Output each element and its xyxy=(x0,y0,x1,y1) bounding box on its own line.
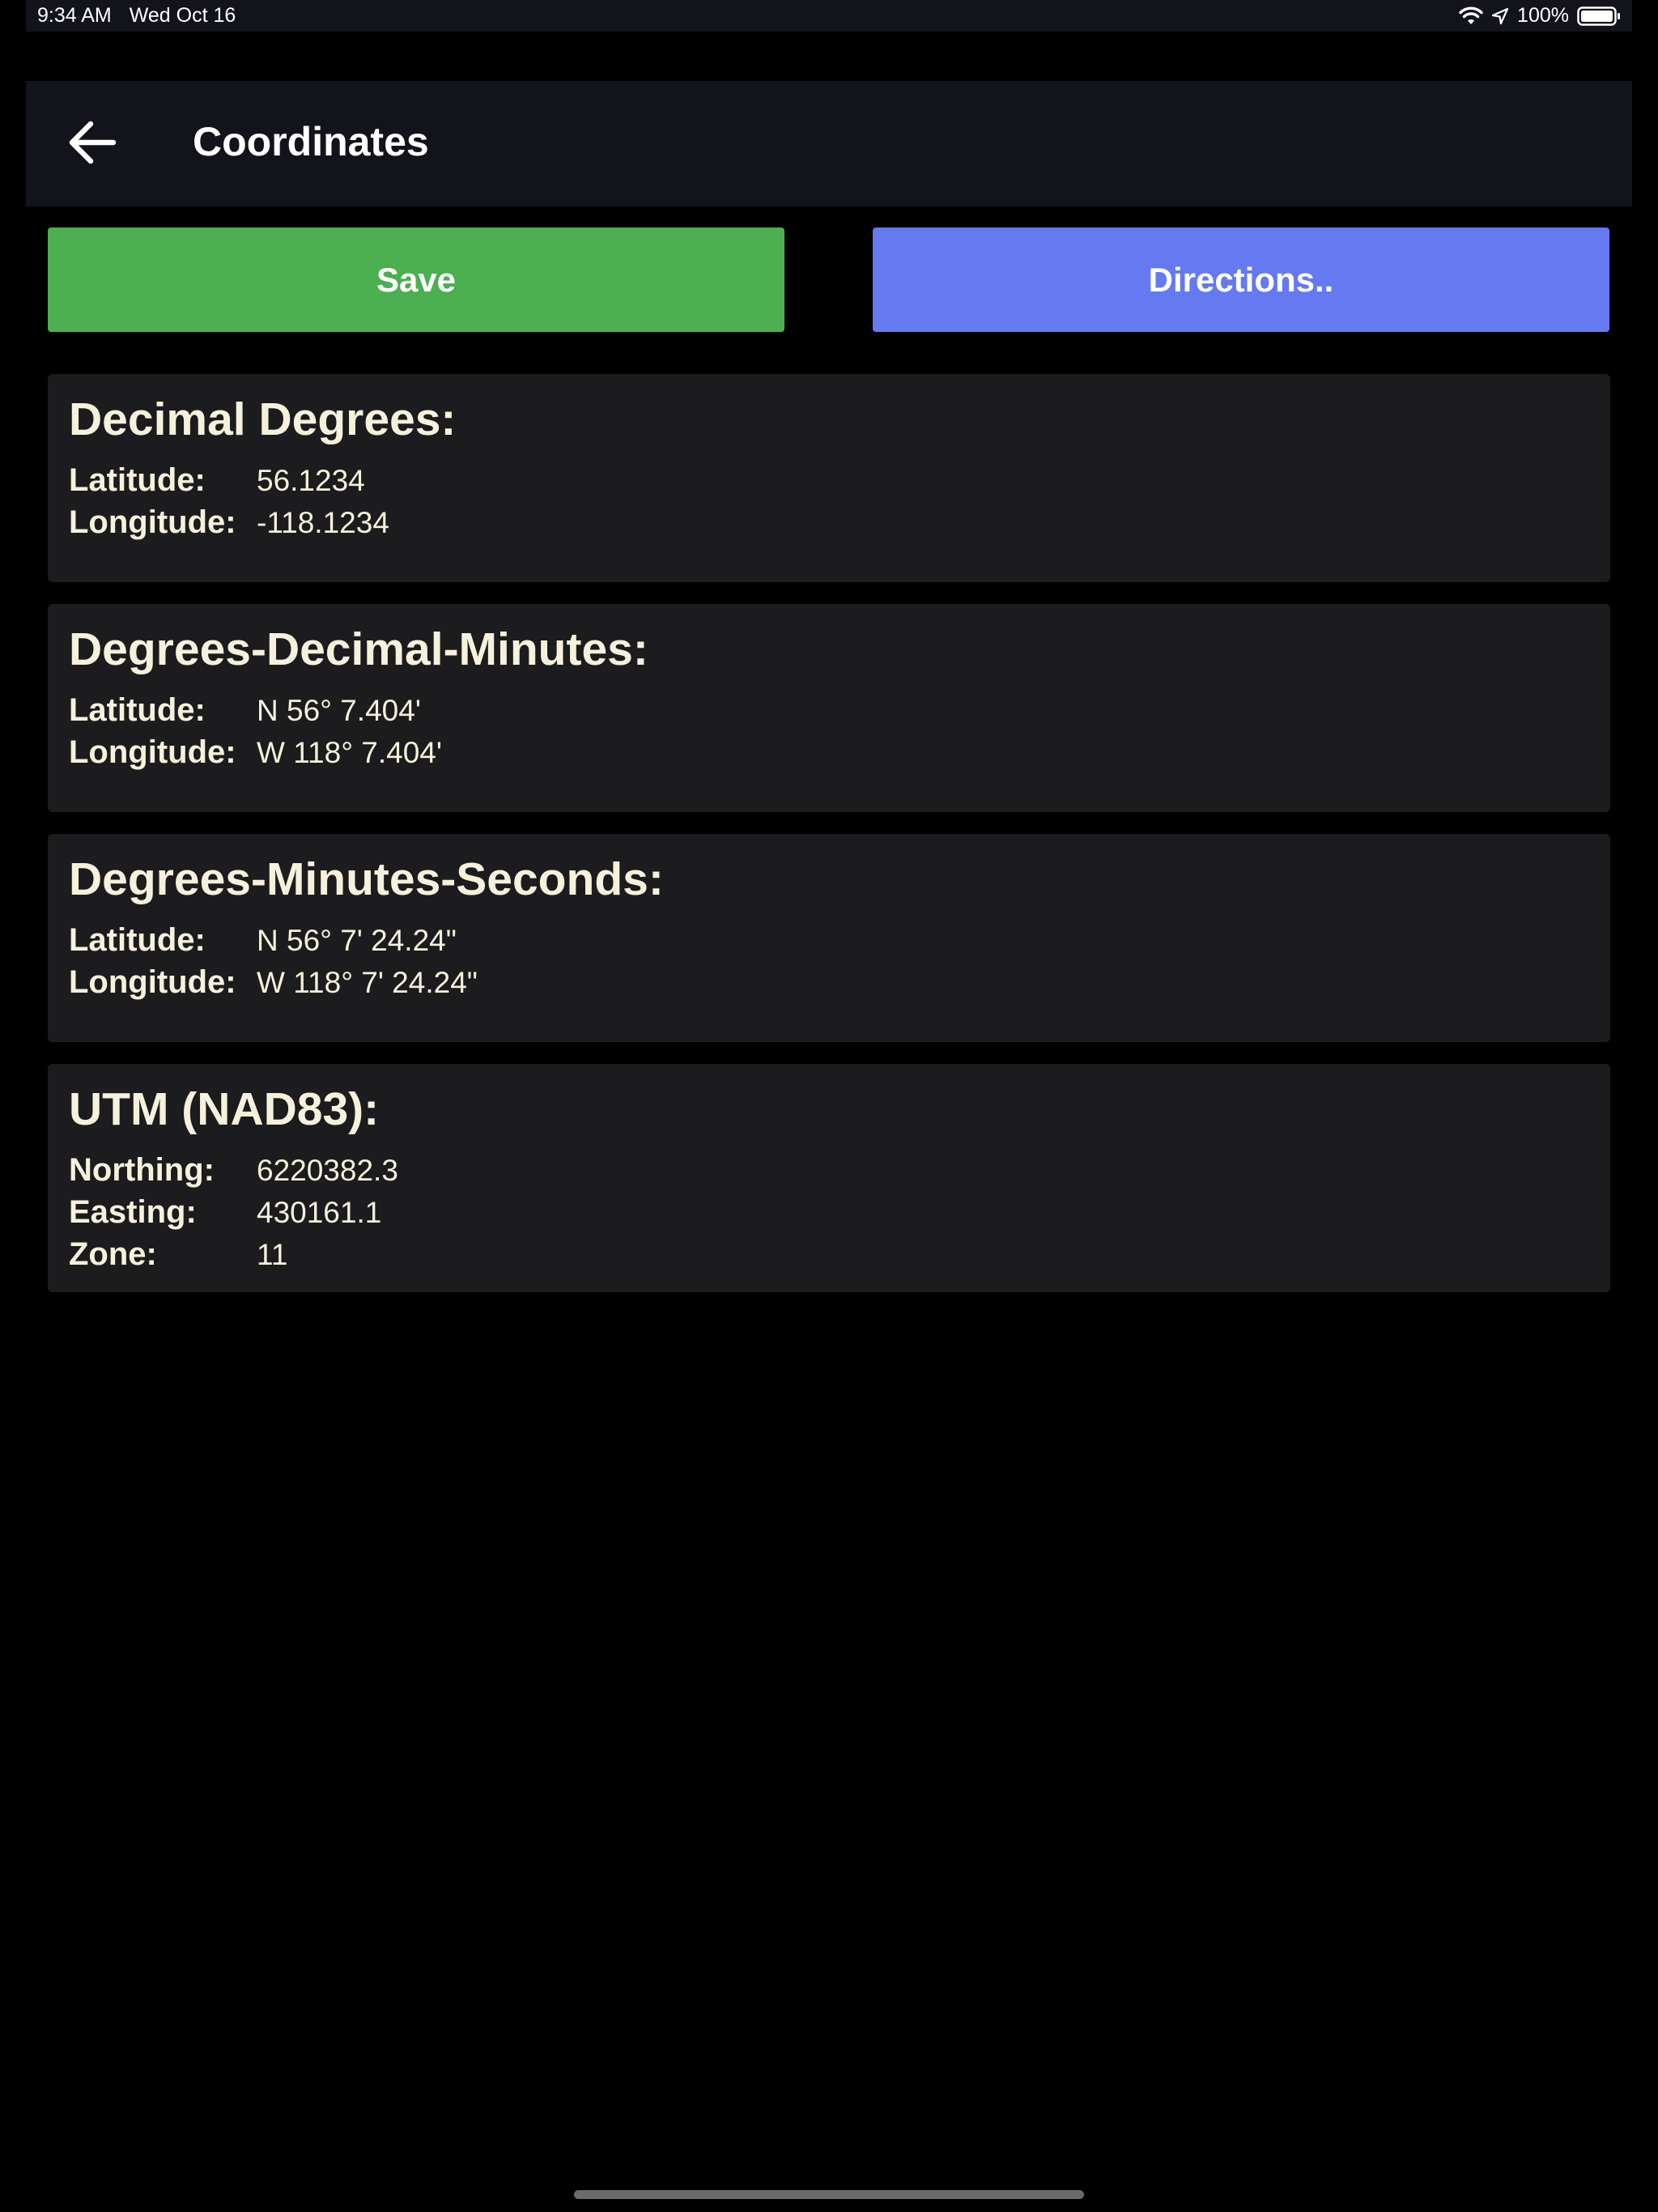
status-date: Wed Oct 16 xyxy=(129,4,236,27)
app-header: Coordinates xyxy=(26,81,1632,206)
row-value: N 56° 7' 24.24" xyxy=(257,924,457,957)
wifi-icon xyxy=(1459,6,1483,26)
status-right: 100% xyxy=(1459,4,1621,28)
page-title: Coordinates xyxy=(193,119,429,164)
row-label: Northing: xyxy=(69,1152,215,1188)
row-label: Longitude: xyxy=(69,964,236,1000)
section-title: Degrees-Minutes-Seconds: xyxy=(69,853,664,905)
row-label: Longitude: xyxy=(69,734,236,770)
degrees-decimal-minutes-card: Degrees-Decimal-Minutes: Latitude: N 56°… xyxy=(48,604,1610,812)
longitude-row: Longitude: -118.1234 xyxy=(69,504,1589,547)
degrees-minutes-seconds-card: Degrees-Minutes-Seconds: Latitude: N 56°… xyxy=(48,834,1610,1042)
home-indicator[interactable] xyxy=(574,2190,1084,2199)
directions-button[interactable]: Directions.. xyxy=(873,228,1609,332)
zone-row: Zone: 11 xyxy=(69,1236,1589,1278)
section-title: UTM (NAD83): xyxy=(69,1083,380,1135)
battery-percent: 100% xyxy=(1517,4,1569,27)
row-value: 11 xyxy=(257,1238,288,1271)
row-label: Latitude: xyxy=(69,692,206,728)
latitude-row: Latitude: 56.1234 xyxy=(69,462,1589,504)
northing-row: Northing: 6220382.3 xyxy=(69,1152,1589,1194)
section-title: Degrees-Decimal-Minutes: xyxy=(69,623,648,675)
decimal-degrees-card: Decimal Degrees: Latitude: 56.1234 Longi… xyxy=(48,374,1610,582)
row-label: Easting: xyxy=(69,1194,197,1230)
row-value: W 118° 7.404' xyxy=(257,736,442,769)
battery-icon xyxy=(1577,6,1621,26)
row-label: Zone: xyxy=(69,1236,157,1272)
row-label: Latitude: xyxy=(69,922,206,958)
row-label: Latitude: xyxy=(69,462,206,498)
latitude-row: Latitude: N 56° 7.404' xyxy=(69,692,1589,734)
row-value: N 56° 7.404' xyxy=(257,694,421,727)
status-time: 9:34 AM xyxy=(37,4,112,27)
row-value: 430161.1 xyxy=(257,1196,382,1229)
row-value: -118.1234 xyxy=(257,506,389,539)
row-value: W 118° 7' 24.24" xyxy=(257,966,478,999)
back-button[interactable] xyxy=(60,112,125,177)
row-value: 6220382.3 xyxy=(257,1154,398,1187)
longitude-row: Longitude: W 118° 7.404' xyxy=(69,734,1589,776)
utm-card: UTM (NAD83): Northing: 6220382.3 Easting… xyxy=(48,1064,1610,1292)
latitude-row: Latitude: N 56° 7' 24.24" xyxy=(69,922,1589,964)
row-value: 56.1234 xyxy=(257,464,365,497)
section-title: Decimal Degrees: xyxy=(69,393,457,445)
row-label: Longitude: xyxy=(69,504,236,540)
easting-row: Easting: 430161.1 xyxy=(69,1194,1589,1236)
arrow-left-icon xyxy=(68,121,117,168)
location-icon xyxy=(1491,7,1509,25)
save-button[interactable]: Save xyxy=(48,228,784,332)
longitude-row: Longitude: W 118° 7' 24.24" xyxy=(69,964,1589,1006)
status-left: 9:34 AM Wed Oct 16 xyxy=(37,4,236,28)
status-bar: 9:34 AM Wed Oct 16 100% xyxy=(26,0,1632,32)
